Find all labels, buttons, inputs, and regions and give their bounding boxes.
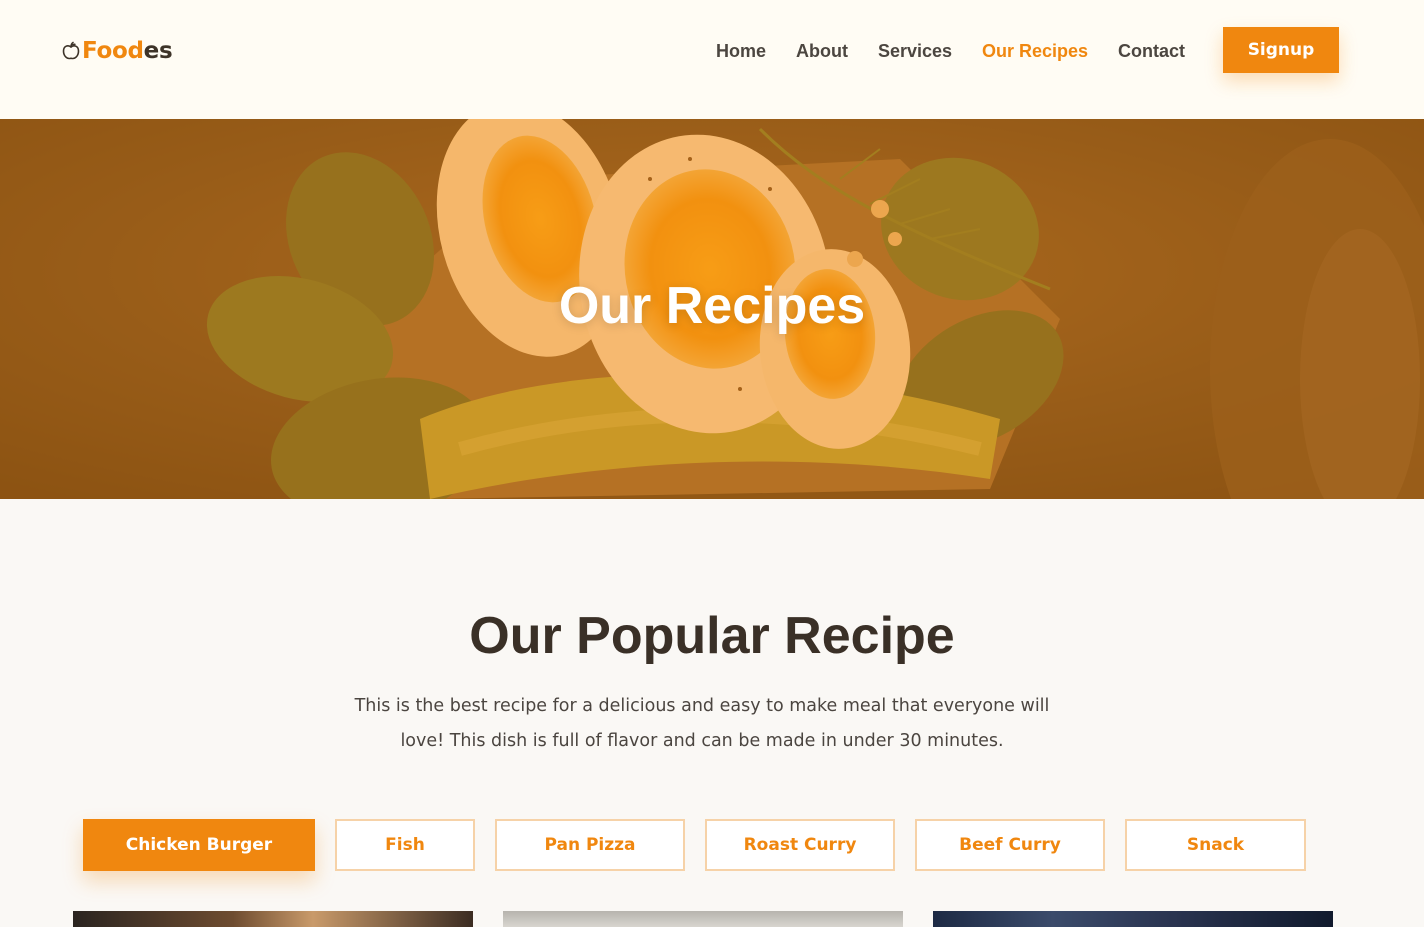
nav-our-recipes[interactable]: Our Recipes bbox=[982, 38, 1088, 64]
recipe-card-image[interactable] bbox=[503, 911, 903, 927]
section-description: This is the best recipe for a delicious … bbox=[354, 696, 1050, 751]
nav-home[interactable]: Home bbox=[716, 38, 766, 64]
hero-title: Our Recipes bbox=[558, 277, 866, 335]
filter-beef-curry[interactable]: Beef Curry bbox=[915, 819, 1105, 871]
recipe-card-image[interactable] bbox=[933, 911, 1333, 927]
recipe-card-image[interactable] bbox=[73, 911, 473, 927]
filter-snack[interactable]: Snack bbox=[1125, 819, 1306, 871]
nav-about[interactable]: About bbox=[796, 38, 848, 64]
filter-fish[interactable]: Fish bbox=[335, 819, 475, 871]
nav-contact[interactable]: Contact bbox=[1118, 38, 1185, 64]
filter-roast-curry[interactable]: Roast Curry bbox=[705, 819, 895, 871]
filter-chicken-burger[interactable]: Chicken Burger bbox=[83, 819, 315, 871]
filter-pan-pizza[interactable]: Pan Pizza bbox=[495, 819, 685, 871]
hero-banner: Our Recipes bbox=[0, 119, 1424, 499]
signup-button[interactable]: Signup bbox=[1223, 27, 1339, 73]
section-title: Our Popular Recipe bbox=[469, 607, 955, 665]
nav-services[interactable]: Services bbox=[878, 38, 952, 64]
apple-icon bbox=[62, 41, 80, 60]
logo-text-primary: Food bbox=[82, 38, 144, 64]
logo-text-secondary: es bbox=[143, 38, 173, 64]
site-header: Food es Home About Services Our Recipes C… bbox=[0, 0, 1424, 119]
logo[interactable]: Food es bbox=[62, 36, 173, 66]
